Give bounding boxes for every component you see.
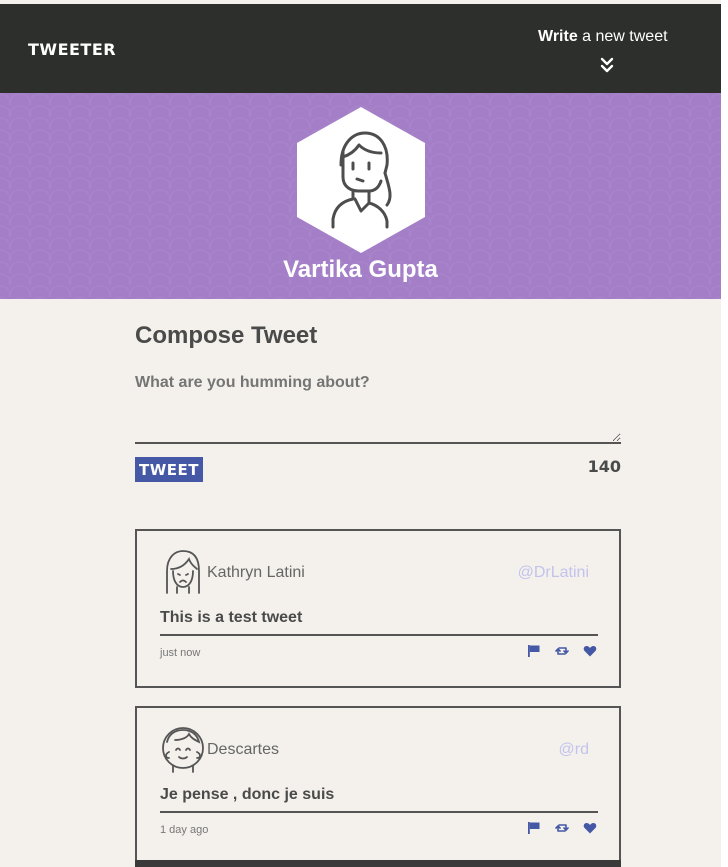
- top-navbar: TWEETER Write a new tweet: [0, 4, 721, 93]
- tweet-button[interactable]: TWEET: [135, 457, 203, 482]
- flag-icon[interactable]: [527, 821, 541, 835]
- tweet-input[interactable]: [135, 374, 621, 444]
- author-avatar-icon: [162, 727, 204, 773]
- tweet-timestamp: just now: [160, 647, 201, 659]
- double-chevron-down-icon[interactable]: [600, 56, 614, 74]
- tweet-actions: [527, 644, 597, 658]
- page-edge: [721, 0, 728, 867]
- compose-title: Compose Tweet: [135, 322, 318, 349]
- heart-icon[interactable]: [583, 644, 597, 658]
- tweet-handle[interactable]: @DrLatini: [518, 564, 589, 582]
- tweet-card: Kathryn Latini @DrLatini This is a test …: [135, 529, 621, 688]
- write-label: Write: [538, 28, 578, 45]
- tweet-actions: [527, 821, 597, 835]
- tweet-divider: [160, 811, 598, 813]
- retweet-icon[interactable]: [555, 644, 569, 658]
- tweet-timestamp: 1 day ago: [160, 824, 209, 836]
- heart-icon[interactable]: [583, 821, 597, 835]
- tweet-author: Descartes: [207, 741, 280, 758]
- character-counter: 140: [587, 457, 621, 476]
- tweet-card: Descartes @rd Je pense , donc je suis 1 …: [135, 706, 621, 867]
- profile-name: Vartika Gupta: [283, 256, 438, 283]
- tweet-handle[interactable]: @rd: [559, 741, 589, 759]
- flag-icon[interactable]: [527, 644, 541, 658]
- write-new-tweet-link[interactable]: Write a new tweet: [538, 28, 678, 46]
- retweet-icon[interactable]: [555, 821, 569, 835]
- tweet-divider: [160, 634, 598, 636]
- tweet-content: This is a test tweet: [160, 609, 303, 626]
- tweet-author: Kathryn Latini: [207, 564, 305, 581]
- author-avatar-icon: [166, 550, 200, 594]
- tweet-content: Je pense , donc je suis: [160, 786, 335, 803]
- next-tweet-edge: [135, 860, 621, 867]
- new-tweet-label: a new tweet: [577, 28, 668, 45]
- profile-avatar: [297, 107, 425, 253]
- brand-logo[interactable]: TWEETER: [28, 40, 116, 59]
